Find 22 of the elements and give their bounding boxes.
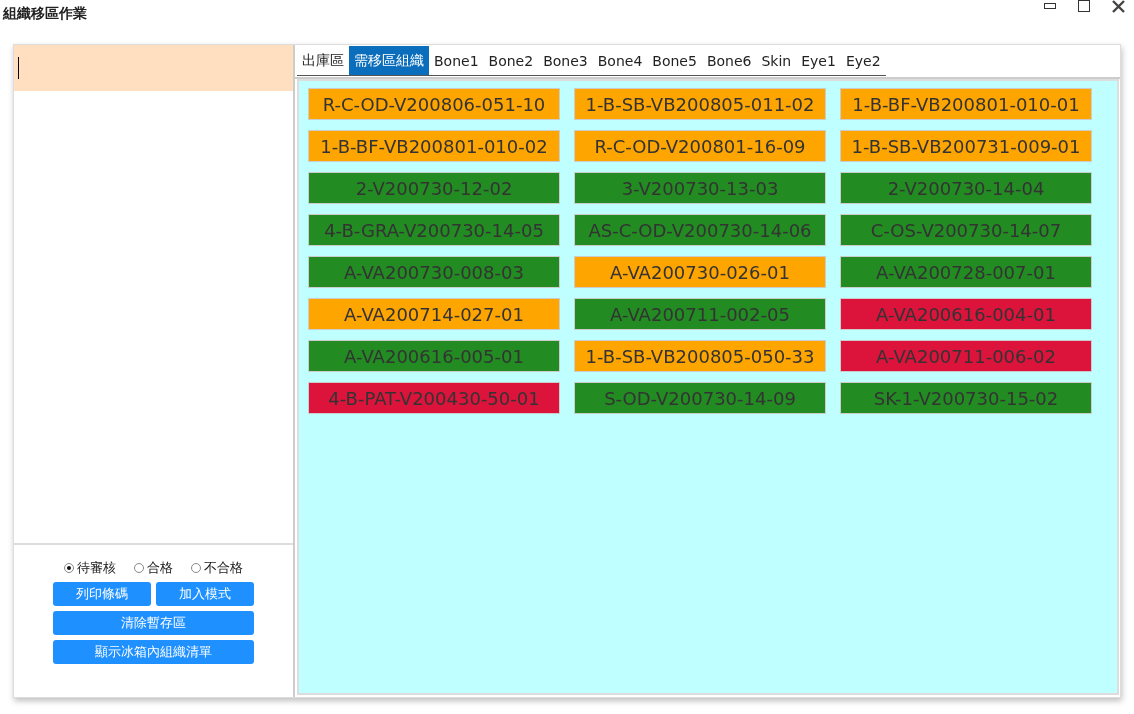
tissue-tile[interactable]: 1-B-SB-VB200805-011-02: [574, 88, 826, 120]
status-radio[interactable]: 合格: [134, 559, 173, 577]
tab[interactable]: 需移區組織: [349, 46, 429, 76]
maximize-icon[interactable]: [1078, 0, 1090, 12]
tissue-tile[interactable]: R-C-OD-V200806-051-10: [308, 88, 560, 120]
scan-input-field[interactable]: [14, 45, 293, 91]
close-icon[interactable]: [1112, 0, 1125, 13]
action-button[interactable]: 列印條碼: [52, 582, 151, 606]
tissue-tile[interactable]: 1-B-BF-VB200801-010-02: [308, 130, 560, 162]
window-title: 組織移區作業: [3, 5, 87, 23]
tissue-tile[interactable]: 1-B-SB-VB200731-009-01: [840, 130, 1092, 162]
tissue-tile[interactable]: A-VA200730-026-01: [574, 256, 826, 288]
tissue-tile[interactable]: A-VA200714-027-01: [308, 298, 560, 330]
status-radio[interactable]: 不合格: [191, 559, 243, 577]
tissue-tile[interactable]: R-C-OD-V200801-16-09: [574, 130, 826, 162]
action-button[interactable]: 清除暫存區: [52, 611, 254, 635]
status-radio[interactable]: 待審核: [64, 559, 116, 577]
minimize-icon[interactable]: [1044, 3, 1056, 9]
action-button[interactable]: 顯示冰箱內組織清單: [52, 640, 254, 664]
tissue-tile[interactable]: 1-B-SB-VB200805-050-33: [574, 340, 826, 372]
action-button[interactable]: 加入模式: [155, 582, 254, 606]
tissue-tile[interactable]: 1-B-BF-VB200801-010-01: [840, 88, 1092, 120]
